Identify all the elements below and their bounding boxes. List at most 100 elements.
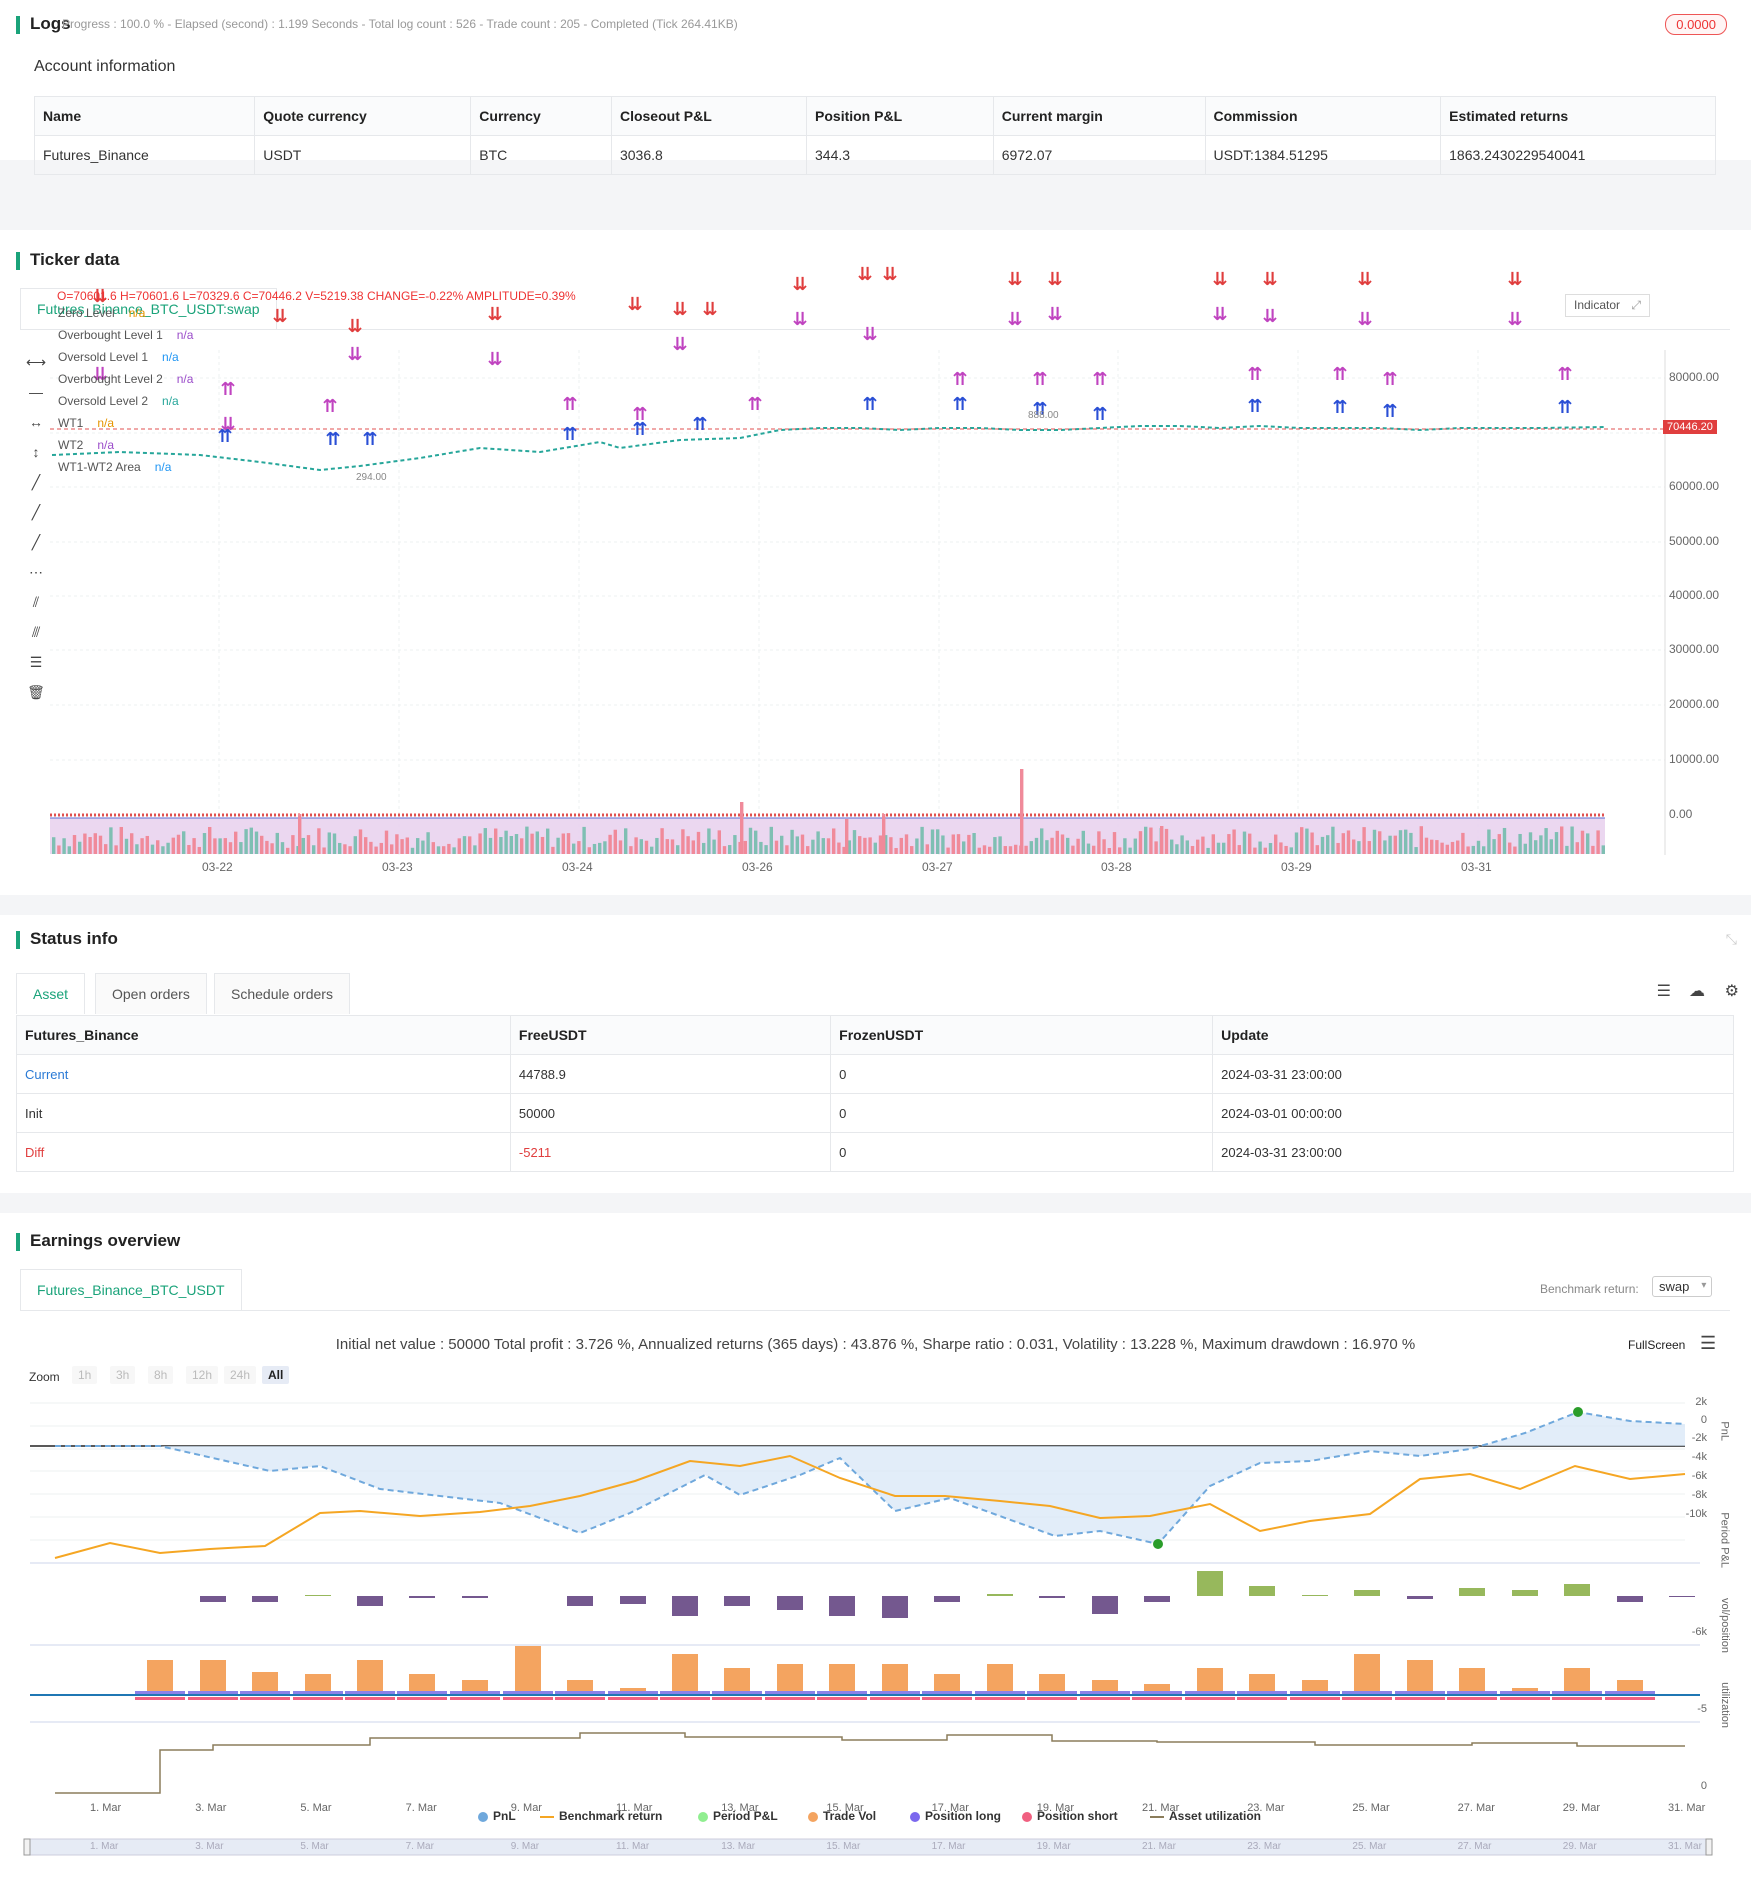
trade-signal-icon: ⇊ <box>672 334 687 355</box>
position-long-bar <box>1447 1691 1497 1694</box>
volume-bar <box>1450 841 1455 854</box>
volume-bar <box>1066 837 1070 854</box>
volume-bar <box>1097 831 1101 854</box>
position-short-bar <box>555 1697 605 1700</box>
account-data-row: Futures_Binance USDT BTC 3036.8 344.3 6972.07… <box>33 135 1716 175</box>
trade-signal-icon: ⇈ <box>1247 396 1262 417</box>
legend-item[interactable]: Period P&L <box>698 1809 778 1823</box>
trade-signal-icon: ⇈ <box>632 419 647 440</box>
volume-bar <box>421 840 425 854</box>
legend-item[interactable]: Position short <box>1022 1809 1118 1823</box>
price-annotation-high: 888.00 <box>1028 410 1059 421</box>
volume-bar <box>1336 842 1340 854</box>
volume-bar <box>1014 844 1018 854</box>
legend-name: Overbought Level 1 <box>58 328 163 342</box>
volume-bar <box>332 833 337 854</box>
volume-bar <box>1549 839 1553 854</box>
navigator-tick: 31. Mar <box>1668 1841 1702 1852</box>
collapse-icon[interactable]: ⤡ <box>1726 931 1737 948</box>
volume-bar <box>447 843 451 854</box>
volume-bar <box>1008 846 1013 854</box>
trade-vol-bar <box>147 1660 173 1694</box>
volume-bar <box>790 829 794 854</box>
legend-item[interactable]: Position long <box>910 1809 1001 1823</box>
volume-bar <box>488 837 493 854</box>
x-tick: 03-28 <box>1101 860 1132 874</box>
price-chart[interactable]: ⇊ ⇊ ⇈ ⇊ ⇊ ⇈ ⇊ ⇊ ⇈ ⇈ ⇈ ⇊ ⇊ ⇈ ⇈ ⇊ ⇊ ⇊ ⇊ ⇈ ⇈ ⇈ ⇈ ⇊ ⇊ ⇊ ⇊ ⇊ ⇈ ⇈ ⇈ ⇊ ⇊ ⇈ ⇈ ⇊ ⇊ ⇈ ⇈ ⇊… <box>0 230 1751 895</box>
volume-bar <box>1419 826 1423 854</box>
volume-bar <box>572 843 576 854</box>
volume-bar <box>1357 841 1361 854</box>
period-pnl-bar <box>462 1596 488 1598</box>
position-short-bar <box>503 1697 553 1700</box>
trade-signal-icon: ⇈ <box>952 394 967 415</box>
volume-bar <box>452 847 456 854</box>
volume-bar <box>977 847 981 854</box>
legend-label: Trade Vol <box>823 1809 877 1823</box>
volume-bar <box>660 828 664 854</box>
volume-bar <box>1383 840 1387 854</box>
position-short-bar <box>1500 1697 1550 1700</box>
cloud-download-icon[interactable]: ☁ <box>1689 981 1705 1001</box>
volume-bar <box>670 839 675 854</box>
legend-name: Zero Level <box>58 306 115 320</box>
asset-cell: 44788.9 <box>509 1054 832 1094</box>
asset-col-header: Update <box>1212 1015 1734 1055</box>
legend-item[interactable]: Asset utilization <box>1150 1809 1261 1823</box>
volume-bar <box>1227 834 1231 854</box>
volume-bar <box>1045 840 1049 854</box>
volume-bar <box>925 844 929 854</box>
volume-bar <box>218 838 222 854</box>
volume-bar <box>1518 833 1522 854</box>
legend-marker-icon <box>808 1811 818 1822</box>
volume-bar <box>208 826 212 854</box>
list-icon[interactable]: ☰ <box>1657 981 1671 1001</box>
period-pnl-bar <box>620 1596 646 1604</box>
position-short-bar <box>1027 1697 1077 1700</box>
pane-axis-title: PnL <box>1719 1421 1731 1441</box>
logs-status: Progress : 100.0 % - Elapsed (second) : … <box>62 17 738 31</box>
tab-asset[interactable]: Asset <box>16 973 86 1014</box>
asset-col-header: FreeUSDT <box>509 1015 832 1055</box>
position-long-bar <box>1552 1691 1602 1694</box>
volume-bar <box>400 839 404 854</box>
volume-bar <box>1300 827 1304 854</box>
volume-bar <box>832 828 836 854</box>
expand-icon[interactable]: ⤢ <box>1631 298 1641 312</box>
gear-icon[interactable]: ⚙ <box>1725 981 1739 1001</box>
legend-item[interactable]: Trade Vol <box>808 1809 876 1823</box>
volume-bar <box>676 845 680 854</box>
pane-y-tick: -6k <box>1691 1626 1707 1638</box>
legend-marker-icon <box>478 1811 488 1822</box>
volume-bar <box>1523 843 1527 854</box>
volume-bar <box>1279 842 1283 854</box>
legend-item[interactable]: Benchmark return <box>540 1809 662 1823</box>
volume-bar <box>1305 828 1309 854</box>
volume-bar <box>1149 827 1153 854</box>
tab-open-orders[interactable]: Open orders <box>95 973 207 1014</box>
account-title: Account information <box>34 58 176 75</box>
volume-bar <box>988 846 992 854</box>
volume-bar <box>1456 840 1460 854</box>
volume-bar <box>182 831 186 854</box>
volume-bar <box>556 837 560 854</box>
asset-col-header: FrozenUSDT <box>830 1015 1214 1055</box>
earnings-chart[interactable] <box>0 1213 1751 1890</box>
x-tick: 03-29 <box>1281 860 1312 874</box>
trade-vol-bar <box>357 1660 383 1694</box>
volume-bar <box>566 833 571 854</box>
volume-bar <box>702 842 706 854</box>
volume-bar <box>1560 826 1564 854</box>
trade-signal-icon: ⇊ <box>347 344 362 365</box>
volume-bar <box>743 840 747 854</box>
navigator-tick: 9. Mar <box>510 1841 540 1852</box>
trade-signal-icon: ⇈ <box>1382 401 1397 422</box>
tab-schedule-orders[interactable]: Schedule orders <box>214 973 350 1014</box>
indicator-button[interactable]: Indicator ⤢ <box>1565 294 1650 317</box>
navigator-tick: 11. Mar <box>616 1841 650 1852</box>
volume-bar <box>52 837 56 854</box>
position-short-bar <box>188 1697 238 1700</box>
asset-header-row: Futures_Binance FreeUSDT FrozenUSDT Update <box>16 1015 1734 1055</box>
volume-bar <box>213 838 217 854</box>
legend-item[interactable]: PnL <box>478 1809 516 1823</box>
